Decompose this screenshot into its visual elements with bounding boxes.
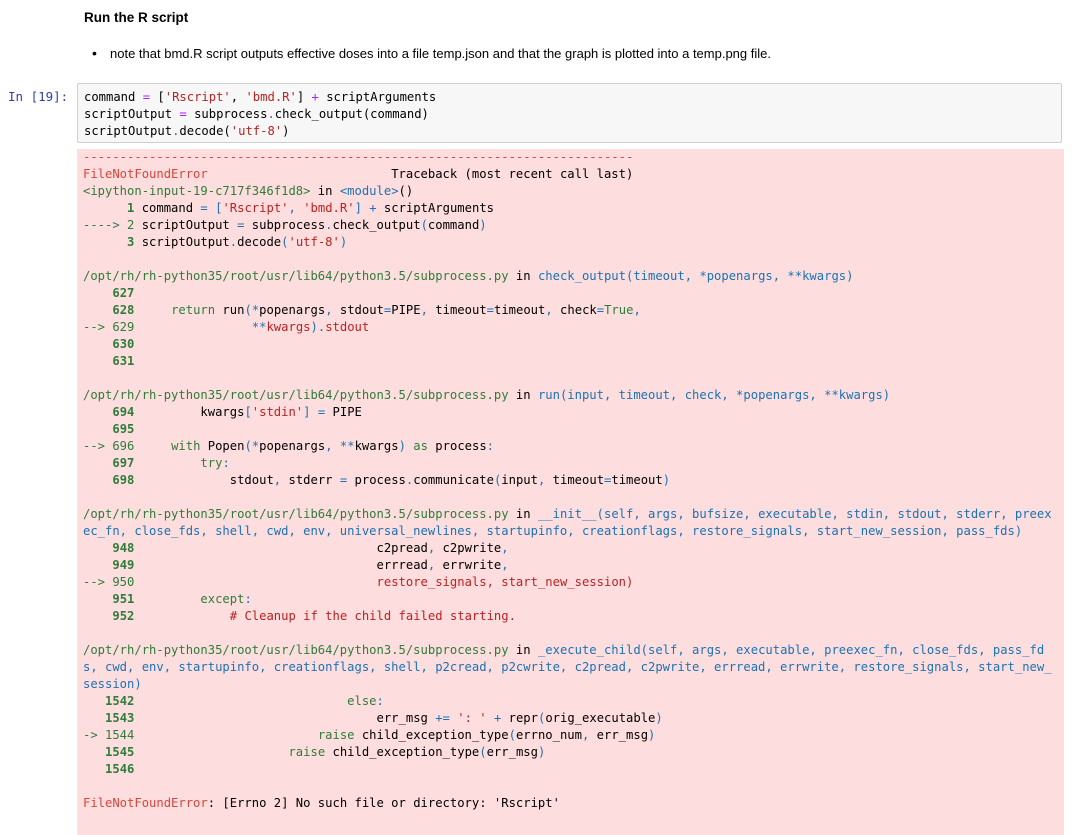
input-ref-in: in [310, 184, 340, 198]
traceback-text: ----------------------------------------… [83, 150, 1052, 810]
input-ref-module: <module> [339, 184, 399, 198]
input-ref: <ipython-input-19-c717f346f1d8> [83, 184, 311, 198]
code-line: scriptOutput.decode('utf-8') [84, 124, 290, 138]
error-name: FileNotFoundError [83, 167, 208, 181]
traceback-separator: ----------------------------------------… [83, 150, 634, 164]
code-editor[interactable]: command = ['Rscript', 'bmd.R'] + scriptA… [84, 89, 436, 140]
list-item: • note that bmd.R script outputs effectiv… [92, 45, 771, 61]
error-output: ----------------------------------------… [77, 149, 1064, 835]
list-item-text: note that bmd.R script outputs effective… [110, 46, 771, 61]
code-input-area[interactable]: command = ['Rscript', 'bmd.R'] + scriptA… [77, 83, 1062, 143]
code-line: command = ['Rscript', 'bmd.R'] + scriptA… [84, 90, 437, 104]
input-ref-parens: () [398, 184, 414, 198]
markdown-heading: Run the R script [84, 10, 189, 25]
final-error-message: : [Errno 2] No such file or directory: '… [207, 796, 560, 810]
markdown-list: • note that bmd.R script outputs effectiv… [92, 45, 771, 61]
final-error-name: FileNotFoundError [83, 796, 208, 810]
traceback-header: Traceback (most recent call last) [391, 167, 634, 181]
code-line: scriptOutput = subprocess.check_output(c… [84, 107, 429, 121]
input-prompt: In [19]: [8, 89, 69, 104]
bullet-icon: • [92, 45, 97, 61]
